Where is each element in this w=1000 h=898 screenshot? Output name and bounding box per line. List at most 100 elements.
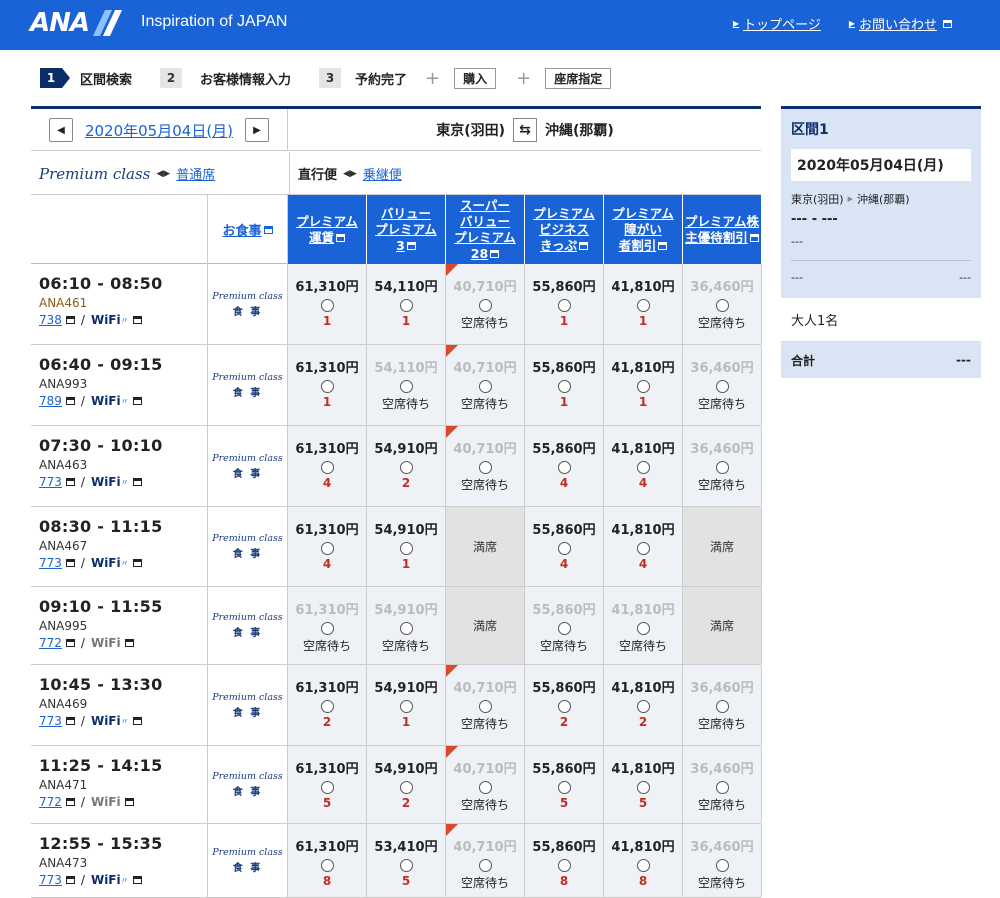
fare-cell[interactable]: 40,710円 空席待ち [446,746,525,823]
fare-cell[interactable]: 55,860円 4 [525,507,604,586]
fare-radio[interactable] [399,542,413,555]
fare-cell[interactable]: 61,310円 1 [288,345,367,425]
fare-cell[interactable]: 36,460円 空席待ち [683,426,762,506]
fare-radio[interactable] [320,542,334,555]
fare-cell[interactable]: 41,810円 2 [604,665,683,745]
ana-logo[interactable]: ANA [30,8,119,38]
aircraft-type-link[interactable]: 773 [39,714,62,728]
fare-cell[interactable]: 54,910円 2 [367,746,446,823]
fare-cell[interactable]: 61,310円 空席待ち [288,587,367,664]
fare-cell[interactable]: 54,910円 1 [367,507,446,586]
aircraft-type-link[interactable]: 738 [39,313,62,327]
aircraft-type-link[interactable]: 773 [39,475,62,489]
fare-cell[interactable]: 40,710円 空席待ち [446,665,525,745]
fare-radio[interactable] [636,299,650,312]
fare-radio[interactable] [320,859,334,872]
fare-cell[interactable]: 36,460円 空席待ち [683,264,762,344]
connecting-link[interactable]: 乗継便 [363,164,402,183]
fare-cell[interactable]: 41,810円 4 [604,426,683,506]
fare-radio[interactable] [636,700,650,713]
aircraft-type-link[interactable]: 772 [39,636,62,650]
fare-column-header-3[interactable]: スーパー バリュー プレミアム 28 [446,195,525,264]
fare-cell[interactable]: 36,460円 空席待ち [683,345,762,425]
aircraft-type-link[interactable]: 789 [39,394,62,408]
fare-cell[interactable]: 61,310円 4 [288,507,367,586]
swap-route-button[interactable]: ⇆ [513,118,537,142]
fare-radio[interactable] [636,622,650,635]
date-picker-link[interactable]: 2020年05月04日(月) [85,120,233,141]
fare-cell[interactable]: 61,310円 4 [288,426,367,506]
fare-radio[interactable] [478,380,492,393]
fare-radio[interactable] [636,542,650,555]
fare-radio[interactable] [715,461,729,474]
prev-date-button[interactable]: ◀ [48,118,73,142]
fare-cell[interactable]: 41,810円 1 [604,345,683,425]
fare-radio[interactable] [478,299,492,312]
fare-cell[interactable]: 55,860円 4 [525,426,604,506]
fare-radio[interactable] [557,461,571,474]
fare-radio[interactable] [715,380,729,393]
fare-cell[interactable]: 40,710円 空席待ち [446,264,525,344]
fare-radio[interactable] [636,781,650,794]
fare-column-header-2[interactable]: バリュー プレミアム 3 [367,195,446,264]
fare-radio[interactable] [557,299,571,312]
fare-column-header-5[interactable]: プレミアム 障がい 者割引 [604,195,683,264]
aircraft-type-link[interactable]: 773 [39,556,62,570]
fare-cell[interactable]: 61,310円 8 [288,824,367,897]
fare-cell[interactable]: 40,710円 空席待ち [446,824,525,897]
fare-radio[interactable] [715,781,729,794]
fare-cell[interactable]: 61,310円 5 [288,746,367,823]
fare-radio[interactable] [557,700,571,713]
fare-radio[interactable] [636,380,650,393]
normal-seat-link[interactable]: 普通席 [176,164,215,183]
fare-cell[interactable]: 53,410円 5 [367,824,446,897]
fare-radio[interactable] [557,622,571,635]
fare-radio[interactable] [478,700,492,713]
fare-cell[interactable]: 40,710円 空席待ち [446,345,525,425]
fare-radio[interactable] [636,859,650,872]
fare-radio[interactable] [399,700,413,713]
fare-radio[interactable] [399,859,413,872]
fare-column-header-4[interactable]: プレミアム ビジネス きっぷ [525,195,604,264]
fare-radio[interactable] [399,781,413,794]
fare-cell[interactable]: 55,860円 1 [525,345,604,425]
fare-cell[interactable]: 41,810円 1 [604,264,683,344]
fare-cell[interactable]: 54,910円 1 [367,665,446,745]
fare-cell[interactable]: 54,110円 空席待ち [367,345,446,425]
fare-cell[interactable]: 54,910円 2 [367,426,446,506]
fare-radio[interactable] [715,299,729,312]
fare-cell[interactable]: 36,460円 空席待ち [683,824,762,897]
aircraft-type-link[interactable]: 772 [39,795,62,809]
fare-radio[interactable] [636,461,650,474]
fare-radio[interactable] [399,461,413,474]
fare-radio[interactable] [399,380,413,393]
fare-cell[interactable]: 55,860円 空席待ち [525,587,604,664]
fare-radio[interactable] [320,700,334,713]
fare-cell[interactable]: 55,860円 2 [525,665,604,745]
fare-cell[interactable]: 61,310円 1 [288,264,367,344]
fare-radio[interactable] [320,622,334,635]
fare-cell[interactable]: 40,710円 空席待ち [446,426,525,506]
fare-cell[interactable]: 41,810円 8 [604,824,683,897]
fare-cell[interactable]: 41,810円 空席待ち [604,587,683,664]
fare-radio[interactable] [557,542,571,555]
fare-cell[interactable]: 41,810円 4 [604,507,683,586]
next-date-button[interactable]: ▶ [245,118,270,142]
fare-radio[interactable] [557,781,571,794]
fare-cell[interactable]: 41,810円 5 [604,746,683,823]
fare-radio[interactable] [715,859,729,872]
fare-cell[interactable]: 54,110円 1 [367,264,446,344]
fare-cell[interactable]: 36,460円 空席待ち [683,746,762,823]
fare-cell[interactable]: 61,310円 2 [288,665,367,745]
fare-column-header-1[interactable]: プレミアム 運賃 [288,195,367,264]
fare-radio[interactable] [715,700,729,713]
fare-radio[interactable] [478,859,492,872]
fare-cell[interactable]: 54,910円 空席待ち [367,587,446,664]
aircraft-type-link[interactable]: 773 [39,873,62,887]
fare-column-header-6[interactable]: プレミアム株 主優待割引 [683,195,762,264]
fare-radio[interactable] [557,859,571,872]
meal-column-header[interactable]: お食事 [208,195,288,264]
fare-radio[interactable] [399,299,413,312]
fare-cell[interactable]: 36,460円 空席待ち [683,665,762,745]
fare-radio[interactable] [320,461,334,474]
